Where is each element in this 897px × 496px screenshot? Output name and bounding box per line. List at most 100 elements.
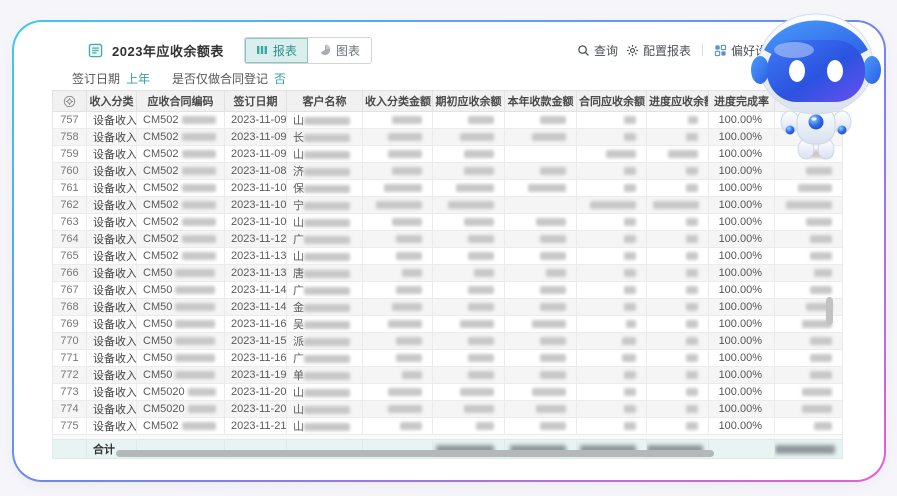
header-progress-rate[interactable]: 进度完成率 xyxy=(709,91,775,112)
table-row[interactable]: 771设备收入CM50 2023-11-16广100.00% xyxy=(53,350,843,367)
header-hidden-column[interactable] xyxy=(775,91,843,112)
vertical-scrollbar[interactable] xyxy=(826,297,833,325)
preferences-label: 偏好设置 xyxy=(731,42,779,59)
filter-sign-date-value[interactable]: 上年 xyxy=(126,70,150,87)
customer-name-cell: 山 xyxy=(287,384,363,401)
opening-balance-cell xyxy=(433,197,505,214)
configure-report-button[interactable]: 配置报表 xyxy=(626,42,691,59)
redacted-value xyxy=(802,388,832,396)
total-extra-column-cell xyxy=(775,440,843,459)
table-row[interactable]: 773设备收入CM5020 2023-11-20山100.00% xyxy=(53,384,843,401)
year-received-cell xyxy=(505,367,577,384)
sign-date-cell: 2023-11-10 xyxy=(225,197,287,214)
row-number-cell: 761 xyxy=(53,180,87,197)
redacted-value xyxy=(476,422,494,430)
progress-rate-cell: 100.00% xyxy=(709,401,775,418)
header-income-category[interactable]: 收入分类 xyxy=(87,91,137,112)
progress-balance-cell xyxy=(647,146,709,163)
total-empty-cell xyxy=(53,440,87,459)
progress-rate-cell: 100.00% xyxy=(709,418,775,435)
row-number-cell: 758 xyxy=(53,129,87,146)
redacted-value xyxy=(388,405,422,413)
progress-rate-cell: 100.00% xyxy=(709,197,775,214)
contract-code-cell: CM50 xyxy=(137,367,225,384)
customer-name-cell: 长 xyxy=(287,129,363,146)
contract-code-cell: CM502 xyxy=(137,231,225,248)
table-row[interactable]: 765设备收入CM502 2023-11-13山100.00% xyxy=(53,248,843,265)
table-row[interactable]: 757设备收入CM502 2023-11-09山100.00% xyxy=(53,112,843,129)
income-amount-cell xyxy=(363,384,433,401)
table-row[interactable]: 766设备收入CM50 2023-11-13唐100.00% xyxy=(53,265,843,282)
opening-balance-cell xyxy=(433,248,505,265)
income-amount-cell xyxy=(363,112,433,129)
pie-chart-icon xyxy=(319,44,331,56)
redacted-value xyxy=(624,269,636,277)
contract-balance-cell xyxy=(577,129,647,146)
progress-balance-cell xyxy=(647,248,709,265)
redacted-value xyxy=(304,423,350,431)
filter-contract-registration-value[interactable]: 否 xyxy=(274,70,286,87)
contract-code-cell: CM502 xyxy=(137,180,225,197)
tab-chart[interactable]: 图表 xyxy=(308,38,371,63)
header-year-received[interactable]: 本年收款金额 xyxy=(505,91,577,112)
header-progress-balance[interactable]: 进度应收余额 xyxy=(647,91,709,112)
table-row[interactable]: 767设备收入CM50 2023-11-14广100.00% xyxy=(53,282,843,299)
redacted-value xyxy=(188,405,216,413)
table-row[interactable]: 770设备收入CM50 2023-11-15派100.00% xyxy=(53,333,843,350)
extra-column-cell xyxy=(775,384,843,401)
tab-report[interactable]: 报表 xyxy=(245,38,308,63)
sign-date-cell: 2023-11-10 xyxy=(225,180,287,197)
header-opening-balance[interactable]: 期初应收余额 xyxy=(433,91,505,112)
contract-code-cell: CM502 xyxy=(137,418,225,435)
year-received-cell xyxy=(505,265,577,282)
year-received-cell xyxy=(505,214,577,231)
opening-balance-cell xyxy=(433,367,505,384)
print-button[interactable] xyxy=(851,44,864,57)
redacted-value xyxy=(182,422,216,430)
progress-balance-cell xyxy=(647,282,709,299)
redacted-value xyxy=(448,201,494,209)
table-row[interactable]: 775设备收入CM502 2023-11-21山100.00% xyxy=(53,418,843,435)
contract-balance-cell xyxy=(577,299,647,316)
header-contract-balance[interactable]: 合同应收余额 xyxy=(577,91,647,112)
income-amount-cell xyxy=(363,282,433,299)
redacted-value xyxy=(304,117,350,125)
refresh-button[interactable]: 刷新 xyxy=(802,42,843,59)
redacted-value xyxy=(532,133,566,141)
table-row[interactable]: 774设备收入CM5020 2023-11-20山100.00% xyxy=(53,401,843,418)
sign-date-cell: 2023-11-20 xyxy=(225,384,287,401)
horizontal-scrollbar[interactable] xyxy=(116,450,714,457)
table-row[interactable]: 768设备收入CM50 2023-11-14金100.00% xyxy=(53,299,843,316)
redacted-value xyxy=(392,167,422,175)
redacted-value xyxy=(686,303,698,311)
table-row[interactable]: 760设备收入CM502 2023-11-08济100.00% xyxy=(53,163,843,180)
redacted-value xyxy=(810,252,832,260)
opening-balance-cell xyxy=(433,316,505,333)
column-settings-header[interactable] xyxy=(53,91,87,112)
customer-name-cell: 唐 xyxy=(287,265,363,282)
table-row[interactable]: 763设备收入CM502 2023-11-10山100.00% xyxy=(53,214,843,231)
table-row[interactable]: 769设备收入CM50 2023-11-16吴100.00% xyxy=(53,316,843,333)
income-category-cell: 设备收入 xyxy=(87,333,137,350)
header-sign-date[interactable]: 签订日期 xyxy=(225,91,287,112)
table-row[interactable]: 758设备收入CM502 2023-11-09长100.00% xyxy=(53,129,843,146)
redacted-value xyxy=(810,337,832,345)
table-row[interactable]: 759设备收入CM502 2023-11-09山100.00% xyxy=(53,146,843,163)
progress-rate-cell: 100.00% xyxy=(709,265,775,282)
table-row[interactable]: 764设备收入CM502 2023-11-12广100.00% xyxy=(53,231,843,248)
header-contract-code[interactable]: 应收合同编码 xyxy=(137,91,225,112)
redacted-value xyxy=(686,405,698,413)
redacted-value xyxy=(468,337,494,345)
table-row[interactable]: 762设备收入CM502 2023-11-10宁100.00% xyxy=(53,197,843,214)
table-row[interactable]: 772设备收入CM50 2023-11-19单100.00% xyxy=(53,367,843,384)
row-number-cell: 757 xyxy=(53,112,87,129)
redacted-value xyxy=(376,201,422,209)
query-button[interactable]: 查询 xyxy=(577,42,618,59)
header-income-amount[interactable]: 收入分类金额 xyxy=(363,91,433,112)
table-row[interactable]: 761设备收入CM502 2023-11-10保100.00% xyxy=(53,180,843,197)
income-category-cell: 设备收入 xyxy=(87,180,137,197)
year-received-cell xyxy=(505,418,577,435)
preferences-button[interactable]: 偏好设置 xyxy=(714,42,779,59)
customer-name-cell: 山 xyxy=(287,214,363,231)
header-customer-name[interactable]: 客户名称 xyxy=(287,91,363,112)
